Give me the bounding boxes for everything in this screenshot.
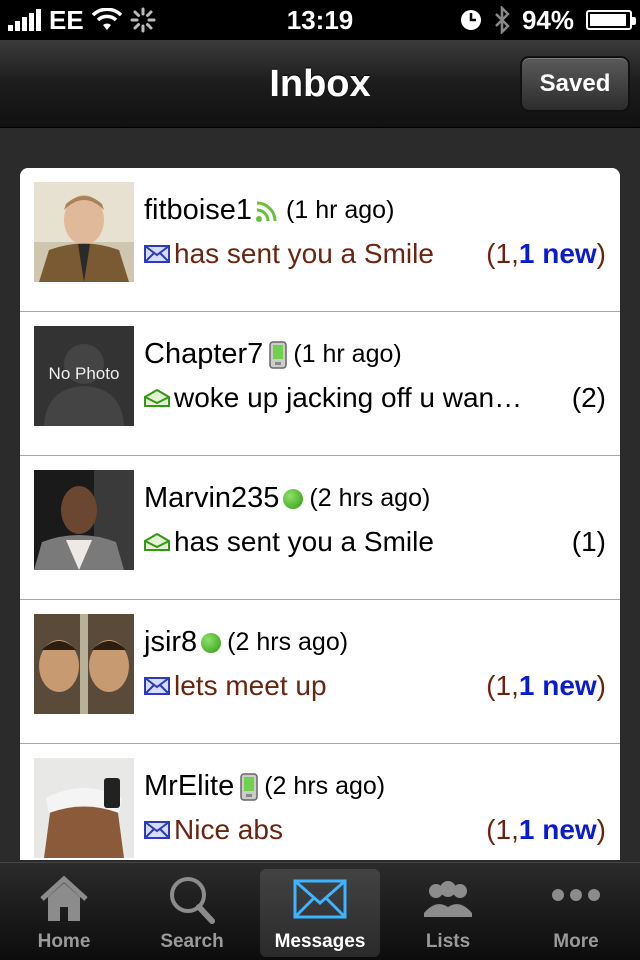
message-count: (1,1 new) bbox=[486, 670, 606, 702]
message-preview: woke up jacking off u wan… bbox=[174, 382, 523, 413]
online-status-icon bbox=[283, 488, 304, 509]
battery-percent: 94% bbox=[521, 4, 574, 35]
sender-name: fitboise1 bbox=[144, 194, 253, 226]
message-count: (1,1 new) bbox=[486, 238, 606, 270]
time-ago: (2 hrs ago) bbox=[309, 484, 431, 512]
no-photo-label: No Photo bbox=[48, 364, 120, 383]
message-line: has sent you a Smile (1) bbox=[144, 526, 606, 558]
sender-line: fitboise1 (1 hr ago) bbox=[144, 194, 394, 227]
avatar bbox=[34, 614, 134, 714]
sender-line: jsir8 (2 hrs ago) bbox=[144, 626, 348, 659]
avatar bbox=[34, 182, 134, 282]
time-ago: (2 hrs ago) bbox=[264, 772, 386, 800]
tab-label: Home bbox=[37, 931, 91, 952]
count-prefix: (1) bbox=[571, 526, 606, 557]
time-ago: (1 hr ago) bbox=[293, 340, 402, 368]
online-status-icon bbox=[201, 632, 222, 653]
unread-envelope-icon bbox=[144, 821, 170, 839]
people-icon bbox=[424, 881, 472, 917]
count-suffix: ) bbox=[596, 670, 606, 701]
phone-icon bbox=[240, 772, 258, 801]
more-dots-icon bbox=[552, 889, 600, 901]
time-ago: (1 hr ago) bbox=[286, 196, 395, 224]
sender-name: Marvin235 bbox=[144, 482, 280, 514]
inbox-list: fitboise1 (1 hr ago) has sent you a Smil… bbox=[20, 168, 620, 860]
time-ago: (2 hrs ago) bbox=[227, 628, 349, 656]
message-count: (1,1 new) bbox=[486, 814, 606, 846]
tab-home[interactable]: Home bbox=[4, 869, 124, 957]
sender-name: jsir8 bbox=[144, 626, 198, 658]
unread-envelope-icon bbox=[144, 677, 170, 695]
sender-line: Chapter7 (1 hr ago) bbox=[144, 338, 402, 371]
count-prefix: (1, bbox=[486, 238, 519, 269]
status-right: 94% bbox=[460, 0, 636, 40]
tab-more[interactable]: More bbox=[516, 869, 636, 957]
count-suffix: ) bbox=[596, 814, 606, 845]
message-line: Nice abs (1,1 new) bbox=[144, 814, 606, 846]
new-count: 1 new bbox=[518, 670, 597, 701]
message-row[interactable]: MrElite (2 hrs ago) Nice abs (1,1 new) bbox=[20, 744, 620, 860]
count-suffix: ) bbox=[596, 238, 606, 269]
tab-label: Search bbox=[160, 931, 224, 952]
message-row[interactable]: jsir8 (2 hrs ago) lets meet up (1,1 new) bbox=[20, 600, 620, 744]
tab-label: Messages bbox=[274, 931, 366, 952]
feed-icon bbox=[256, 201, 277, 222]
sender-name: Chapter7 bbox=[144, 338, 264, 370]
message-line: has sent you a Smile (1,1 new) bbox=[144, 238, 606, 270]
read-envelope-icon bbox=[144, 389, 170, 407]
message-preview: Nice abs bbox=[174, 814, 283, 845]
tab-label: Lists bbox=[425, 931, 471, 952]
battery-icon bbox=[586, 10, 636, 30]
phone-icon bbox=[269, 340, 288, 369]
tab-messages[interactable]: Messages bbox=[260, 869, 380, 957]
navigation-bar: Inbox Saved bbox=[0, 40, 640, 128]
count-prefix: (1, bbox=[486, 670, 519, 701]
avatar-no-photo: No Photo bbox=[34, 326, 134, 426]
read-envelope-icon bbox=[144, 533, 170, 551]
message-preview: has sent you a Smile bbox=[174, 526, 434, 557]
tab-search[interactable]: Search bbox=[132, 869, 252, 957]
sender-line: MrElite (2 hrs ago) bbox=[144, 770, 385, 803]
message-line: woke up jacking off u wan… (2) bbox=[144, 382, 606, 414]
new-count: 1 new bbox=[518, 814, 597, 845]
message-preview: lets meet up bbox=[174, 670, 327, 701]
bluetooth-icon bbox=[495, 6, 510, 34]
message-row[interactable]: No Photo Chapter7 (1 hr ago) woke up jac… bbox=[20, 312, 620, 456]
message-preview: has sent you a Smile bbox=[174, 238, 434, 269]
tab-bar: Home Search Messages Lists More bbox=[0, 862, 640, 960]
count-prefix: (2) bbox=[571, 382, 606, 413]
avatar bbox=[34, 470, 134, 570]
message-line: lets meet up (1,1 new) bbox=[144, 670, 606, 702]
sender-name: MrElite bbox=[144, 770, 235, 802]
tab-label: More bbox=[553, 931, 599, 952]
home-icon bbox=[40, 875, 88, 921]
magnifier-icon bbox=[170, 877, 215, 924]
clock-icon bbox=[460, 10, 481, 30]
message-count: (1) bbox=[572, 526, 606, 558]
message-row[interactable]: fitboise1 (1 hr ago) has sent you a Smil… bbox=[20, 168, 620, 312]
status-bar: EE 13:19 94% bbox=[0, 0, 640, 40]
sender-line: Marvin235 (2 hrs ago) bbox=[144, 482, 430, 515]
message-row[interactable]: Marvin235 (2 hrs ago) has sent you a Smi… bbox=[20, 456, 620, 600]
message-count: (2) bbox=[572, 382, 606, 414]
new-count: 1 new bbox=[518, 238, 597, 269]
avatar bbox=[34, 758, 134, 858]
unread-envelope-icon bbox=[144, 245, 170, 263]
saved-button[interactable]: Saved bbox=[520, 56, 630, 112]
envelope-icon bbox=[293, 879, 347, 919]
count-prefix: (1, bbox=[486, 814, 519, 845]
tab-lists[interactable]: Lists bbox=[388, 869, 508, 957]
